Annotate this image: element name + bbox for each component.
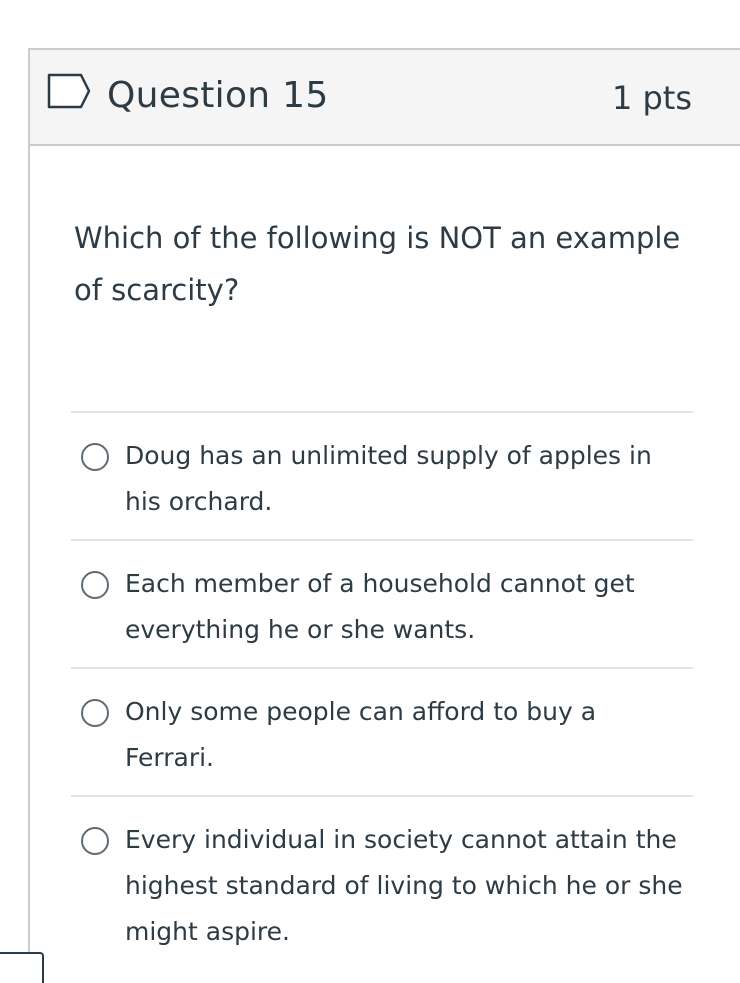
answer-option-2[interactable]: Each member of a household cannot get ev… (71, 539, 693, 667)
answer-option-4[interactable]: Every individual in society cannot attai… (71, 795, 693, 969)
radio-button[interactable] (81, 699, 109, 727)
answer-option-3[interactable]: Only some people can afford to buy a Fer… (71, 667, 693, 795)
corner-tab[interactable] (0, 952, 44, 983)
answer-option-1[interactable]: Doug has an unlimited supply of apples i… (71, 411, 693, 539)
answer-label: Each member of a household cannot get ev… (125, 569, 635, 644)
radio-button[interactable] (81, 443, 109, 471)
quiz-page: Question 15 1 pts Which of the following… (0, 0, 740, 983)
question-text: Which of the following is NOT an example… (74, 221, 681, 307)
answer-label: Every individual in society cannot attai… (125, 825, 683, 946)
flag-icon[interactable] (47, 73, 91, 109)
radio-button[interactable] (81, 827, 109, 855)
question-title: Question 15 (107, 75, 329, 116)
radio-button[interactable] (81, 571, 109, 599)
answer-label: Only some people can afford to buy a Fer… (125, 697, 597, 772)
question-points: 1 pts (611, 79, 692, 117)
question-header: Question 15 1 pts (30, 50, 740, 146)
answer-label: Doug has an unlimited supply of apples i… (125, 441, 652, 516)
answer-list: Doug has an unlimited supply of apples i… (71, 411, 693, 969)
